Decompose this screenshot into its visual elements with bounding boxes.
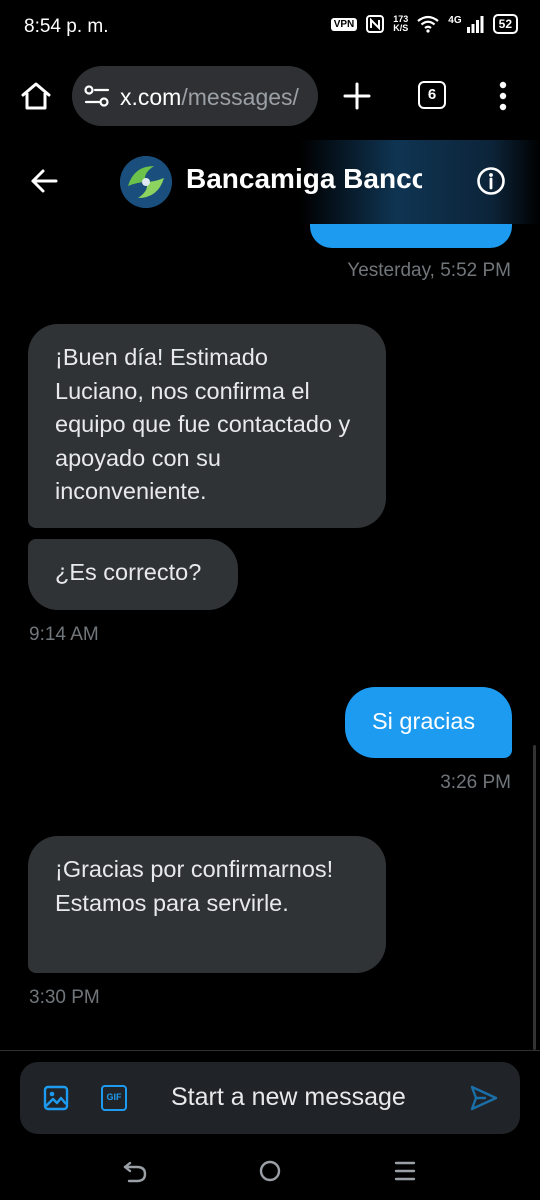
more-vert-icon[interactable] — [497, 80, 509, 112]
back-arrow-icon[interactable] — [30, 168, 58, 194]
message-timestamp: Yesterday, 5:52 PM — [347, 260, 511, 281]
tabs-icon[interactable]: 6 — [418, 81, 446, 109]
home-icon[interactable] — [20, 80, 52, 112]
message-bubble-incoming[interactable]: ¿Es correcto? — [28, 539, 238, 610]
avatar[interactable] — [120, 156, 172, 208]
info-icon[interactable] — [476, 166, 506, 196]
recents-nav-icon[interactable] — [394, 1159, 416, 1183]
speed-unit: K/S — [393, 23, 409, 33]
url-text[interactable]: x.com/messages/ — [120, 84, 310, 111]
url-domain: x.com — [120, 84, 182, 110]
message-bubble-outgoing[interactable]: Si gracias — [345, 687, 512, 758]
message-bubble-incoming[interactable]: ¡Buen día! Estimado Luciano, nos confirm… — [28, 324, 386, 528]
send-icon[interactable] — [469, 1084, 499, 1112]
status-bar: 8:54 p. m. VPN 173 K/S 4G 52 — [0, 0, 540, 56]
home-nav-icon[interactable] — [258, 1159, 282, 1183]
bank-logo-icon — [120, 156, 172, 208]
message-timestamp: 3:30 PM — [29, 987, 100, 1008]
system-nav-bar — [0, 1140, 540, 1200]
composer-divider — [0, 1050, 540, 1051]
message-timestamp: 3:26 PM — [440, 772, 511, 793]
signal-bars-icon — [466, 16, 484, 33]
url-path: /messages/ — [181, 84, 299, 110]
cell-signal: 4G — [448, 15, 484, 33]
message-input[interactable]: Start a new message — [171, 1083, 406, 1112]
nfc-icon — [366, 15, 385, 33]
network-type: 4G — [448, 15, 462, 26]
conversation-title[interactable]: Bancamiga Banco — [186, 163, 422, 195]
scrollbar[interactable] — [533, 745, 536, 1050]
status-time: 8:54 p. m. — [24, 16, 109, 37]
battery-indicator: 52 — [492, 14, 518, 34]
gif-icon[interactable]: GIF — [101, 1085, 127, 1111]
network-speed: 173 K/S — [393, 15, 408, 33]
vpn-badge: VPN — [330, 17, 358, 31]
message-bubble-incoming[interactable]: ¡Gracias por confirmarnos! Estamos para … — [28, 836, 386, 973]
message-timestamp: 9:14 AM — [29, 624, 99, 645]
wifi-icon — [417, 15, 439, 33]
browser-toolbar: x.com/messages/ 6 — [0, 60, 540, 132]
site-settings-icon[interactable] — [84, 84, 110, 108]
image-icon[interactable] — [43, 1085, 69, 1111]
status-icons: VPN 173 K/S 4G 52 — [330, 14, 518, 34]
plus-icon[interactable] — [343, 82, 371, 110]
back-nav-icon[interactable] — [122, 1159, 148, 1183]
